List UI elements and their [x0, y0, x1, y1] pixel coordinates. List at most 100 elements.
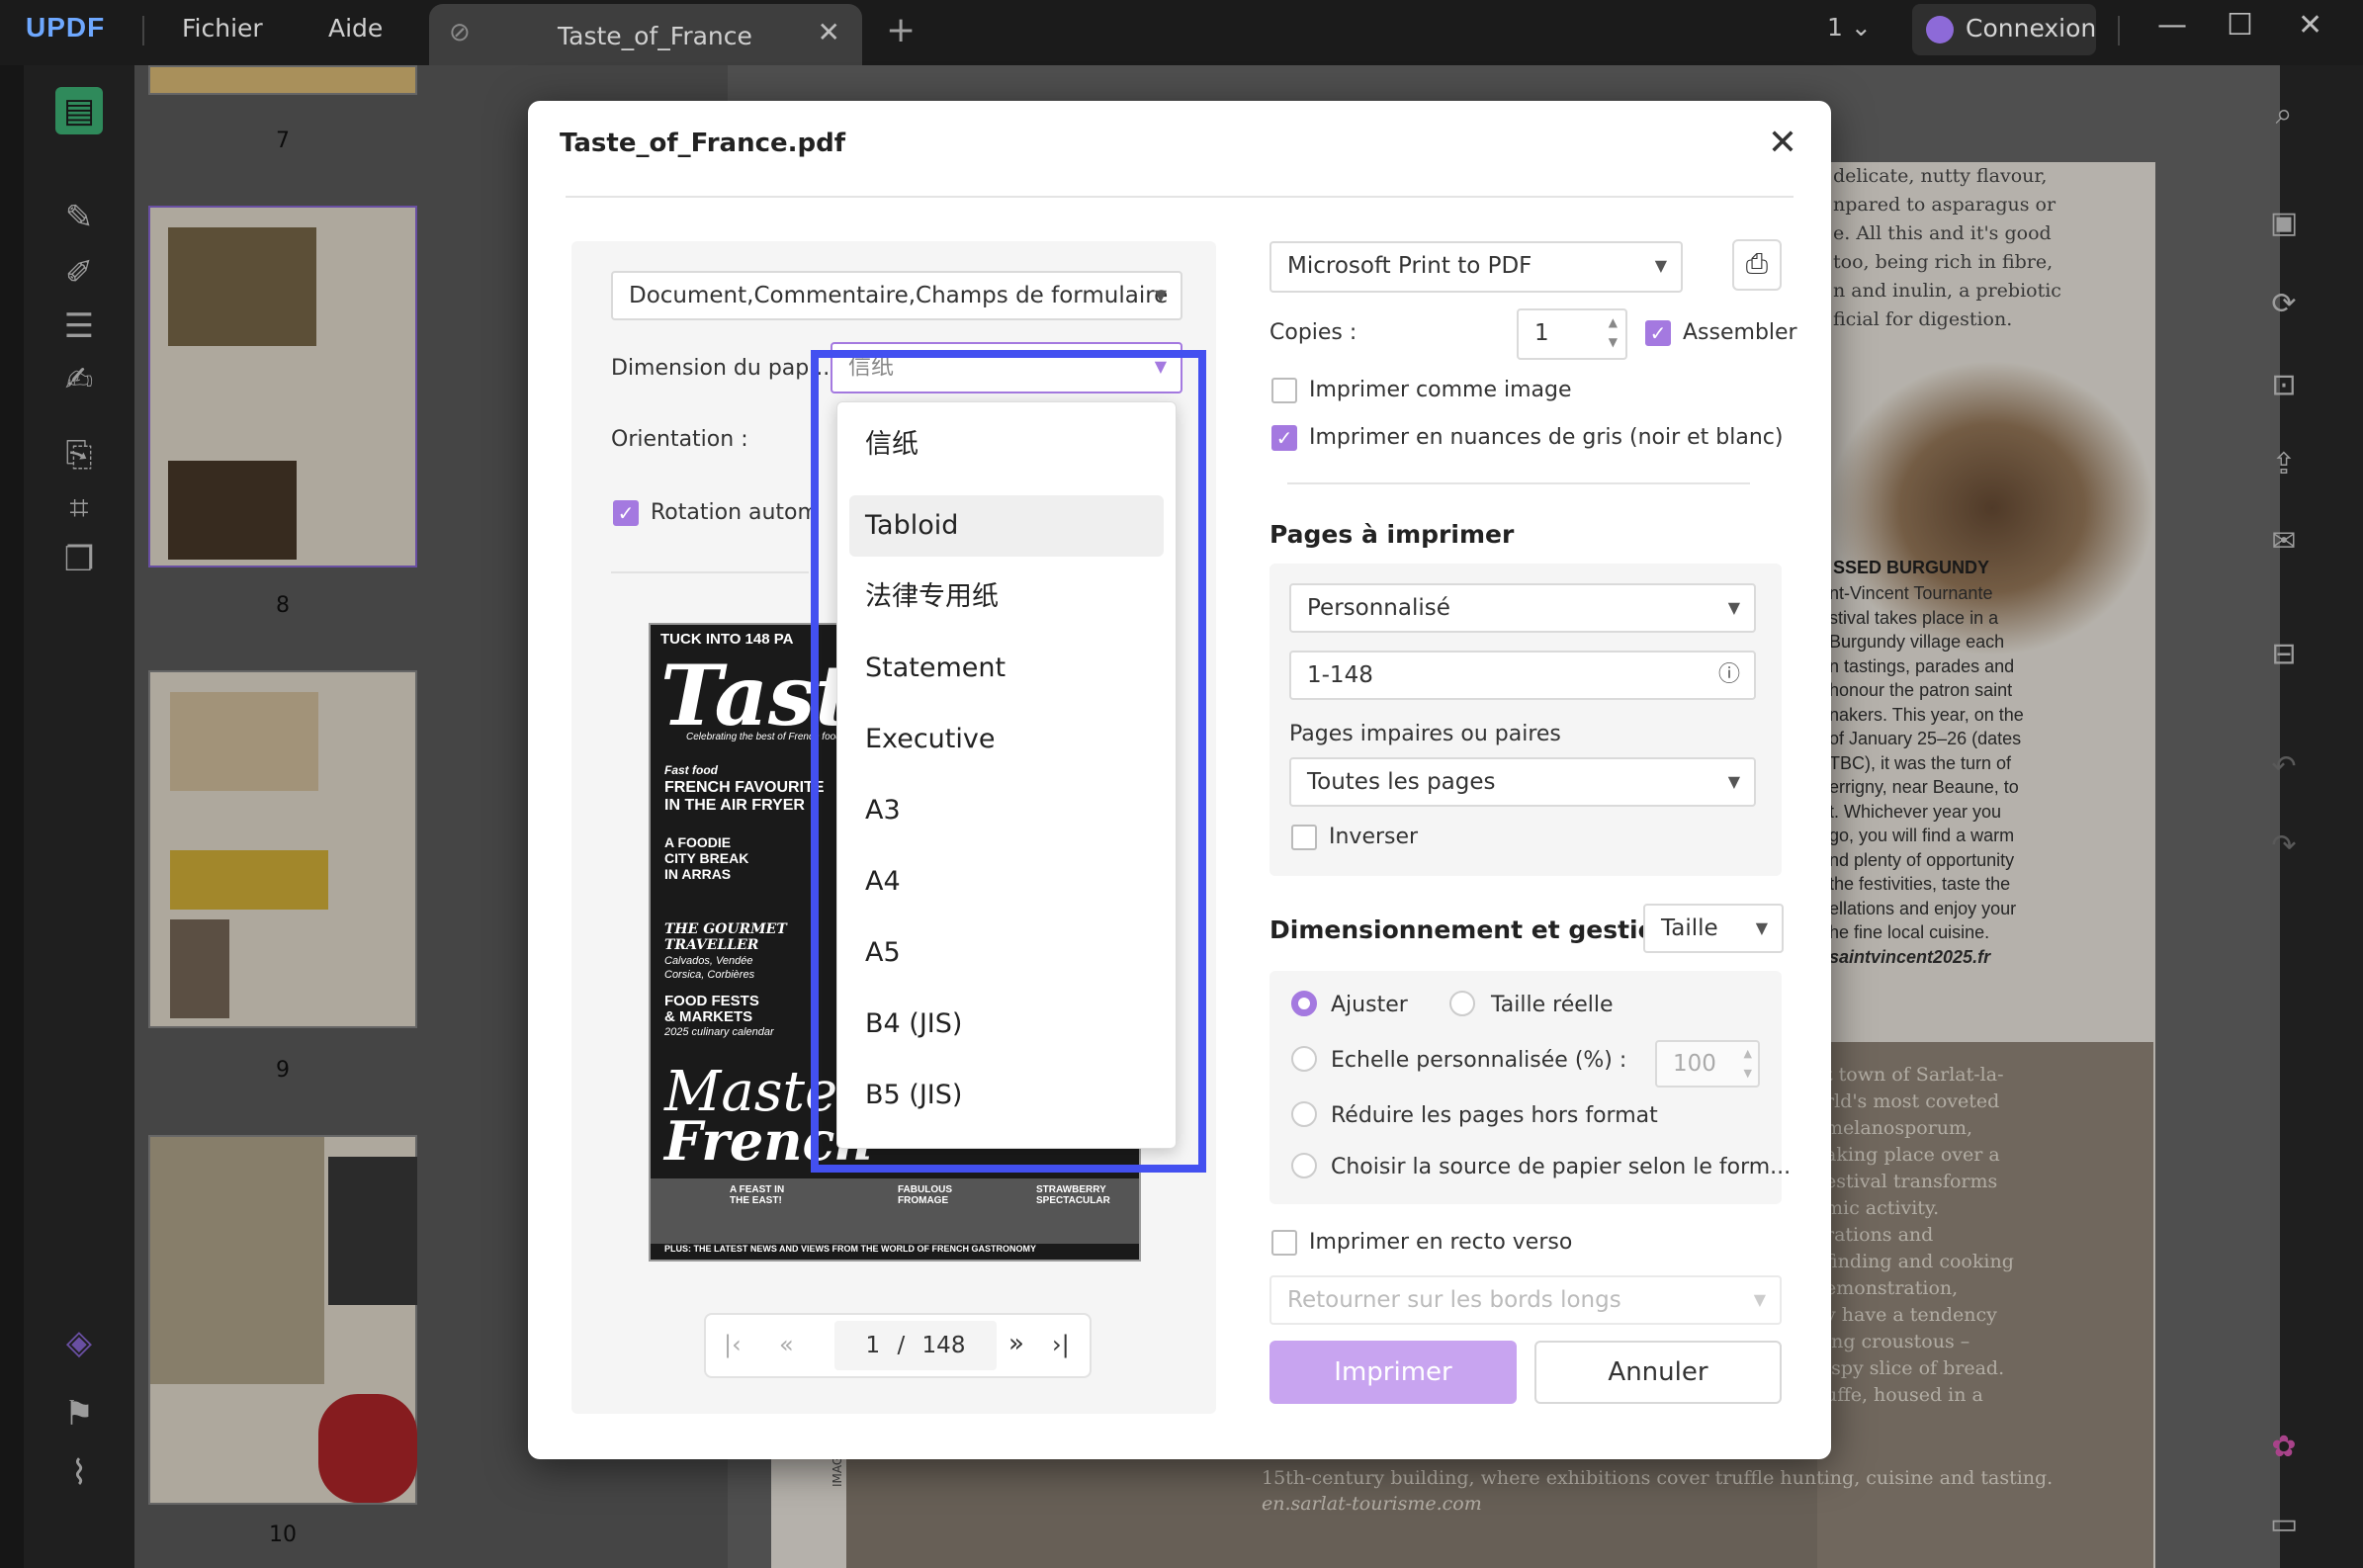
print-button[interactable]: Imprimer [1269, 1341, 1517, 1404]
login-label: Connexion [1966, 14, 2097, 43]
minimize-icon[interactable]: — [2157, 8, 2187, 43]
preview-text: STRAWBERRY SPECTACULAR [1036, 1184, 1110, 1206]
page-indicator[interactable]: 1 / 148 [834, 1321, 997, 1370]
caret-down-icon: ▼ [1154, 286, 1167, 305]
auto-rotate-label: Rotation automatic [651, 500, 819, 525]
grayscale-checkbox[interactable]: ✓ [1271, 425, 1297, 451]
preview-text: Fast food [664, 763, 718, 777]
sizing-section-title: Dimensionnement et gestio.. [1269, 915, 1674, 944]
page-separator: / [897, 1333, 906, 1358]
print-as-image-checkbox[interactable] [1271, 378, 1297, 403]
menu-aide[interactable]: Aide [328, 14, 383, 43]
odd-even-select[interactable]: Toutes les pages ▼ [1289, 757, 1756, 807]
window-count-label: 1 [1827, 13, 1843, 42]
paper-size-label: Dimension du pap... [611, 356, 831, 381]
custom-scale-radio[interactable] [1291, 1046, 1317, 1072]
window-close-icon[interactable]: ✕ [2298, 8, 2322, 43]
caret-down-icon: ▼ [1755, 918, 1768, 937]
printer-select[interactable]: Microsoft Print to PDF ▼ [1269, 241, 1683, 293]
document-tab[interactable]: ⊘ Taste_of_France ✕ [429, 4, 862, 65]
close-icon[interactable]: ✕ [1768, 123, 1797, 163]
preview-text: IN THE AIR FRYER [664, 797, 805, 814]
maximize-icon[interactable]: ☐ [2227, 8, 2253, 43]
dialog-title: Taste_of_France.pdf [560, 129, 846, 158]
actual-size-label: Taille réelle [1491, 993, 1614, 1017]
divider [142, 16, 144, 45]
avatar [1926, 16, 1954, 44]
fit-label: Ajuster [1331, 993, 1408, 1017]
print-as-image-label: Imprimer comme image [1309, 378, 1572, 402]
first-page-icon[interactable]: |‹ [724, 1331, 742, 1358]
custom-scale-input[interactable]: 100 ▲ ▼ [1655, 1040, 1760, 1088]
reverse-label: Inverser [1329, 825, 1419, 849]
menu-fichier[interactable]: Fichier [182, 14, 263, 43]
paper-source-radio[interactable] [1291, 1153, 1317, 1178]
preview-strip: A FEAST IN THE EAST! FABULOUS FROMAGE ST… [651, 1178, 1139, 1244]
divider [1287, 482, 1750, 484]
help-icon[interactable]: ⓘ [1718, 653, 1740, 698]
orientation-label: Orientation : [611, 427, 748, 452]
preview-text: A FEAST IN THE EAST! [730, 1184, 785, 1206]
page-range-input[interactable]: 1-148 ⓘ [1289, 651, 1756, 700]
stepper-icon[interactable]: ▲ ▼ [1744, 1044, 1752, 1084]
fit-radio[interactable] [1291, 991, 1317, 1016]
odd-even-value: Toutes les pages [1307, 769, 1496, 795]
collate-label: Assembler [1683, 320, 1797, 345]
preview-text: FABULOUS FROMAGE [898, 1184, 952, 1206]
preview-text: & MARKETS [664, 1008, 753, 1025]
divider [611, 571, 809, 573]
next-page-icon[interactable]: » [1008, 1329, 1024, 1358]
pages-mode-value: Personnalisé [1307, 595, 1450, 621]
pages-mode-select[interactable]: Personnalisé ▼ [1289, 583, 1756, 633]
preview-text: TUCK INTO 148 PA [660, 631, 794, 648]
content-select[interactable]: Document,Commentaire,Champs de formulair… [611, 271, 1182, 320]
preview-text: THE GOURMET [664, 921, 787, 937]
preview-text: CITY BREAK [664, 850, 749, 866]
preview-text: 2025 culinary calendar [664, 1026, 774, 1038]
caret-down-icon: ▼ [1654, 256, 1667, 275]
preview-text: PLUS: THE LATEST NEWS AND VIEWS FROM THE… [664, 1244, 1036, 1254]
updf-logo: UPDF [26, 12, 106, 43]
printer-properties-icon[interactable]: ⎙ [1732, 239, 1782, 291]
preview-text: TRAVELLER [664, 937, 759, 953]
sizing-select[interactable]: Taille ▼ [1643, 904, 1784, 953]
tab-title: Taste_of_France [558, 22, 752, 50]
grayscale-label: Imprimer en nuances de gris (noir et bla… [1309, 425, 1784, 450]
window-count[interactable]: 1 ⌄ [1827, 13, 1872, 42]
preview-text: FRENCH FAVOURITE [664, 779, 825, 796]
last-page-icon[interactable]: ›| [1052, 1331, 1070, 1358]
stepper-icon[interactable]: ▲ ▼ [1609, 312, 1618, 352]
shrink-radio[interactable] [1291, 1101, 1317, 1127]
auto-rotate-checkbox[interactable]: ✓ [613, 500, 639, 526]
pages-section-title: Pages à imprimer [1269, 520, 1515, 549]
login-button[interactable]: Connexion [1912, 4, 2096, 55]
shrink-label: Réduire les pages hors format [1331, 1103, 1658, 1128]
chevron-down-icon: ⌄ [1850, 13, 1872, 42]
duplex-label: Imprimer en recto verso [1309, 1230, 1573, 1255]
close-icon[interactable]: ✕ [818, 16, 840, 48]
highlight-frame [811, 350, 1206, 1173]
actual-size-radio[interactable] [1449, 991, 1475, 1016]
odd-even-label: Pages impaires ou paires [1289, 722, 1561, 746]
divider [566, 196, 1794, 198]
cancel-button[interactable]: Annuler [1534, 1341, 1782, 1404]
reverse-checkbox[interactable] [1291, 825, 1317, 850]
collate-checkbox[interactable]: ✓ [1645, 320, 1671, 346]
current-page: 1 [865, 1333, 881, 1358]
new-tab-icon[interactable]: + [886, 10, 916, 50]
divider [2118, 16, 2120, 45]
copies-label: Copies : [1269, 320, 1357, 345]
flip-select[interactable]: Retourner sur les bords longs ▼ [1269, 1275, 1782, 1325]
content-select-value: Document,Commentaire,Champs de formulair… [629, 283, 1169, 308]
caret-down-icon: ▼ [1727, 598, 1740, 617]
duplex-checkbox[interactable] [1271, 1230, 1297, 1256]
preview-text: FOOD FESTS [664, 993, 759, 1009]
preview-pagination: |‹ « 1 / 148 » ›| [704, 1313, 1092, 1378]
custom-scale-value: 100 [1673, 1051, 1716, 1077]
page-range-value: 1-148 [1307, 662, 1373, 688]
prev-page-icon[interactable]: « [779, 1331, 794, 1358]
preview-text: IN ARRAS [664, 866, 732, 882]
caret-down-icon: ▼ [1727, 772, 1740, 791]
preview-text: A FOODIE [664, 834, 732, 850]
copies-input[interactable]: 1 ▲ ▼ [1517, 308, 1627, 360]
